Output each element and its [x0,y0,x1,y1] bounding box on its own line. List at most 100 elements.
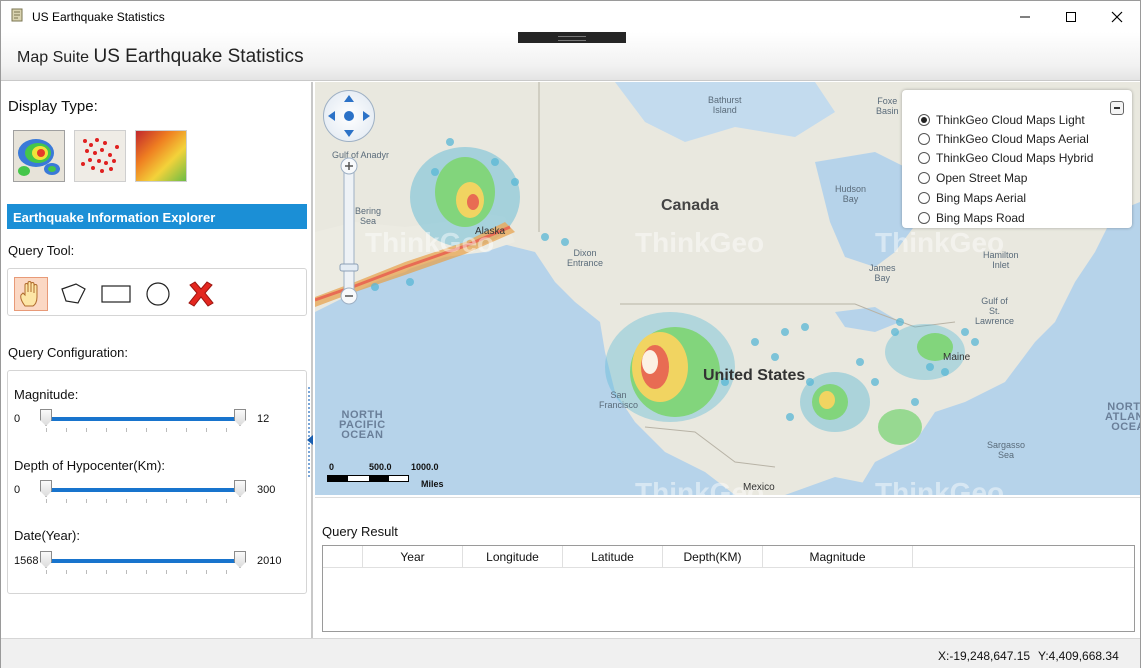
collapse-panel-icon[interactable] [307,435,313,445]
scale-bar-graphic [327,475,409,482]
radio-icon[interactable] [918,152,930,164]
scale-unit: Miles [421,479,444,489]
magnitude-min: 0 [14,413,21,425]
slider-max-thumb[interactable] [234,409,246,426]
layer-option-thinkgeo-hybrid[interactable]: ThinkGeo Cloud Maps Hybrid [918,149,1093,167]
query-result-grid[interactable]: Year Longitude Latitude Depth(KM) Magnit… [322,545,1135,632]
heatmap-display-button[interactable] [13,130,65,182]
radio-icon[interactable] [918,212,930,224]
minimize-icon [1020,16,1030,17]
layer-switcher: ThinkGeo Cloud Maps Light ThinkGeo Cloud… [902,90,1132,228]
rectangle-icon [101,285,131,303]
map-label-mexico: Mexico [743,482,775,493]
layer-label: ThinkGeo Cloud Maps Aerial [936,132,1089,146]
map-label-north-atlantic: NORTH ATLANT OCEA [1105,401,1140,433]
date-label: Date(Year): [14,528,80,543]
pan-tool-button[interactable] [14,277,48,311]
grid-header-depth[interactable]: Depth(KM) [663,546,763,568]
scale-tick-1: 500.0 [369,462,392,472]
app-icon [11,8,23,22]
app-header: Map Suite US Earthquake Statistics [1,32,1140,81]
map-view[interactable]: ThinkGeo ThinkGeo ThinkGeo ThinkGeo Thin… [315,82,1140,495]
radio-icon[interactable] [918,192,930,204]
date-slider[interactable] [38,551,248,574]
heatmap-thumb-icon [14,131,64,181]
query-config-label: Query Configuration: [8,345,128,360]
layer-option-thinkgeo-aerial[interactable]: ThinkGeo Cloud Maps Aerial [918,130,1089,148]
slider-min-thumb[interactable] [40,409,52,426]
grid-header-magnitude[interactable]: Magnitude [763,546,913,568]
slider-ticks [46,428,240,432]
circle-icon [146,282,170,306]
grid-header-select[interactable] [323,546,363,568]
circle-tool-button[interactable] [141,277,175,311]
polygon-tool-button[interactable] [56,277,90,311]
app-title-prefix: Map Suite [17,49,90,66]
radio-selected-icon[interactable] [918,114,930,126]
map-label-maine: Maine [943,352,971,363]
grid-header-year[interactable]: Year [363,546,463,568]
maximize-icon [1066,11,1076,22]
slider-track [46,417,240,421]
depth-max: 300 [257,484,276,496]
ribbon-grip-handle[interactable] [518,32,626,43]
map-label-st-lawrence: Gulf of St. Lawrence [975,296,1015,326]
layer-option-thinkgeo-light[interactable]: ThinkGeo Cloud Maps Light [918,111,1085,129]
radio-icon[interactable] [918,133,930,145]
depth-slider[interactable] [38,480,248,503]
svg-text:ThinkGeo: ThinkGeo [875,477,1004,495]
slider-max-thumb[interactable] [234,551,246,568]
pointmap-thumb-icon [75,131,125,181]
slider-min-thumb[interactable] [40,551,52,568]
minimize-button[interactable] [1002,1,1048,32]
left-panel: Display Type: Earthquake Information Exp… [1,82,313,638]
layer-option-bing-aerial[interactable]: Bing Maps Aerial [918,189,1026,207]
rectangle-tool-button[interactable] [99,277,133,311]
pan-arrows-icon [328,95,370,137]
query-tool-label: Query Tool: [8,243,75,258]
app-title-main: US Earthquake Statistics [93,46,304,67]
slider-ticks [46,499,240,503]
map-label-us: United States [703,367,806,384]
grid-header-longitude[interactable]: Longitude [463,546,563,568]
maximize-button[interactable] [1048,1,1094,32]
map-label-dixon: Dixon Entrance [567,248,604,268]
map-label-bathurst: Bathurst Island [708,95,742,115]
query-result-panel: Query Result Year Longitude Latitude Dep… [315,497,1140,638]
layer-label: Bing Maps Road [936,211,1025,225]
zoom-slider[interactable] [339,156,359,308]
date-max: 2010 [257,555,282,567]
layer-option-bing-road[interactable]: Bing Maps Road [918,209,1025,227]
status-x-coordinate: X:-19,248,647.15 [938,649,1031,663]
date-min: 1568 [14,555,39,567]
magnitude-max: 12 [257,413,270,425]
slider-track [46,488,240,492]
map-label-hamilton: Hamilton Inlet [983,250,1019,270]
clear-tool-button[interactable] [184,277,218,311]
map-label-sargasso: Sargasso Sea [987,440,1026,460]
scale-bar: 0 500.0 1000.0 Miles [327,462,447,490]
close-button[interactable] [1094,1,1140,32]
map-label-james: James Bay [869,263,896,283]
status-bar: X:-19,248,647.15 Y:4,409,668.34 [1,638,1140,668]
layer-label: Bing Maps Aerial [936,191,1027,205]
map-label-sf: San Francisco [599,390,639,410]
close-icon [1111,11,1123,22]
slider-max-thumb[interactable] [234,480,246,497]
slider-min-thumb[interactable] [40,480,52,497]
layer-option-osm[interactable]: Open Street Map [918,169,1027,187]
display-type-label: Display Type: [8,98,98,115]
polygon-icon [61,283,86,304]
status-y-coordinate: Y:4,409,668.34 [1038,649,1119,663]
splitter-grip[interactable] [308,387,310,477]
pan-control[interactable] [323,90,375,142]
radio-icon[interactable] [918,172,930,184]
pointmap-display-button[interactable] [74,130,126,182]
isoline-display-button[interactable] [135,130,187,182]
map-label-foxe: Foxe Basin [876,96,899,116]
magnitude-slider[interactable] [38,409,248,432]
collapse-layers-button[interactable] [1110,101,1124,115]
depth-label: Depth of Hypocenter(Km): [14,458,166,473]
app-title: Map Suite US Earthquake Statistics [17,46,304,68]
grid-header-latitude[interactable]: Latitude [563,546,663,568]
